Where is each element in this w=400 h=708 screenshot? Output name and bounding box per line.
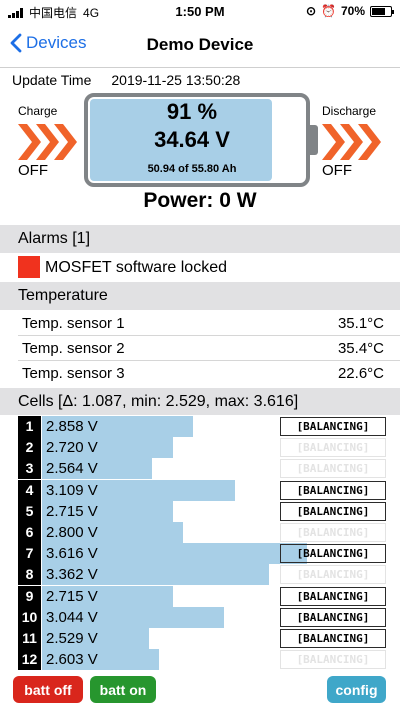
cell-number: 10 <box>18 606 41 628</box>
cell-row: 11 2.529 V [BALANCING] <box>18 628 386 649</box>
cell-row: 5 2.715 V [BALANCING] <box>18 500 386 522</box>
charge-state: OFF <box>18 162 48 179</box>
balancing-badge: [BALANCING] <box>280 417 386 436</box>
cell-row: 4 3.109 V [BALANCING] <box>18 479 386 501</box>
temp-sensor-value: 35.4°C <box>337 339 384 357</box>
cell-number: 5 <box>18 500 41 522</box>
temp-sensor-label: Temp. sensor 2 <box>22 339 125 357</box>
discharge-indicator: Discharge OFF <box>322 104 382 179</box>
cell-number: 12 <box>18 649 41 671</box>
temp-sensor-row: Temp. sensor 3 22.6°C <box>0 360 400 386</box>
cell-number: 8 <box>18 564 41 586</box>
discharge-label: Discharge <box>322 104 377 118</box>
cell-voltage: 3.362 V <box>46 566 98 584</box>
balancing-badge: [BALANCING] <box>280 586 386 606</box>
balancing-badge: [BALANCING] <box>280 501 386 521</box>
cell-voltage: 2.800 V <box>46 524 98 541</box>
alarm-item: MOSFET software locked <box>0 254 400 282</box>
cell-voltage: 2.858 V <box>46 418 98 435</box>
balancing-badge: [BALANCING] <box>280 544 386 564</box>
temperature-section-header: Temperature <box>0 282 400 310</box>
config-button[interactable]: config <box>327 676 386 703</box>
balancing-badge: [BALANCING] <box>280 523 386 542</box>
power-readout: Power: 0 W <box>143 189 257 212</box>
cell-row: 8 3.362 V [BALANCING] <box>18 564 386 586</box>
battery-cap <box>310 125 318 155</box>
cell-voltage: 2.720 V <box>46 439 98 457</box>
temp-sensor-label: Temp. sensor 3 <box>22 364 125 382</box>
alarms-section-header: Alarms [1] <box>0 225 400 253</box>
cell-number: 4 <box>18 479 41 501</box>
cell-row: 10 3.044 V [BALANCING] <box>18 606 386 628</box>
cell-row: 2 2.720 V [BALANCING] <box>18 437 386 459</box>
batt-on-button[interactable]: batt on <box>90 676 156 703</box>
balancing-badge: [BALANCING] <box>280 629 386 648</box>
temp-sensor-row: Temp. sensor 1 35.1°C <box>0 310 400 336</box>
temp-sensor-value: 35.1°C <box>337 314 384 332</box>
cell-voltage: 3.616 V <box>46 545 98 563</box>
charge-arrows-icon <box>18 122 78 162</box>
temp-sensor-value: 22.6°C <box>337 364 384 382</box>
cell-row: 9 2.715 V [BALANCING] <box>18 585 386 607</box>
charge-label: Charge <box>18 104 58 118</box>
balancing-badge: [BALANCING] <box>280 565 386 585</box>
balancing-badge: [BALANCING] <box>280 607 386 627</box>
update-time-value: 2019-11-25 13:50:28 <box>111 72 241 88</box>
temp-sensor-row: Temp. sensor 2 35.4°C <box>0 335 400 361</box>
capacity-readout: 50.94 of 55.80 Ah <box>147 163 237 175</box>
cells-section-header: Cells [Δ: 1.087, min: 2.529, max: 3.616] <box>0 388 400 415</box>
status-bar: 中国电信 4G 1:50 PM ⊙ ⏰ 70% <box>0 0 400 24</box>
cell-row: 1 2.858 V [BALANCING] <box>18 416 386 437</box>
soc-percent: 91 % <box>166 99 218 124</box>
cell-number: 2 <box>18 437 41 459</box>
temp-sensor-label: Temp. sensor 1 <box>22 314 125 332</box>
discharge-arrows-icon <box>322 122 382 162</box>
cell-row: 12 2.603 V [BALANCING] <box>18 649 386 671</box>
alarm-indicator <box>18 256 40 278</box>
cell-voltage: 2.603 V <box>46 651 98 669</box>
cell-number: 6 <box>18 522 41 543</box>
battery-percent: 70% <box>340 4 365 18</box>
cell-voltage: 2.715 V <box>46 587 98 605</box>
charge-indicator: Charge OFF <box>18 104 78 179</box>
cell-voltage: 2.564 V <box>46 460 98 478</box>
balancing-badge: [BALANCING] <box>280 438 386 458</box>
cell-row: 7 3.616 V [BALANCING] <box>18 543 386 565</box>
cell-voltage: 3.109 V <box>46 481 98 499</box>
battery-icon <box>370 5 394 17</box>
status-right: ⊙ ⏰ 70% <box>305 4 394 18</box>
balancing-badge: [BALANCING] <box>280 459 386 479</box>
cell-number: 3 <box>18 458 41 480</box>
orientation-lock-icon: ⊙ <box>305 4 317 18</box>
cell-number: 7 <box>18 543 41 565</box>
battery-level-fill <box>372 7 385 15</box>
update-time-label: Update Time <box>12 72 92 88</box>
cell-row: 6 2.800 V [BALANCING] <box>18 522 386 543</box>
alarm-clock-icon: ⏰ <box>321 4 336 18</box>
cell-row: 3 2.564 V [BALANCING] <box>18 458 386 480</box>
balancing-badge: [BALANCING] <box>280 650 386 670</box>
cell-voltage: 2.715 V <box>46 502 98 520</box>
navigation-bar: Devices Demo Device <box>0 24 400 68</box>
cell-number: 11 <box>18 628 41 649</box>
battery-soc-gauge: 91 % 34.64 V 50.94 of 55.80 Ah <box>84 93 318 187</box>
alarm-text: MOSFET software locked <box>45 259 227 276</box>
pack-voltage: 34.64 V <box>154 127 230 152</box>
page-title: Demo Device <box>146 35 254 54</box>
cell-voltage: 2.529 V <box>46 630 98 647</box>
batt-off-button[interactable]: batt off <box>13 676 83 703</box>
update-time-row: Update Time 2019-11-25 13:50:28 <box>12 72 240 88</box>
discharge-state: OFF <box>322 162 352 179</box>
cell-voltage: 3.044 V <box>46 608 98 626</box>
cell-number: 9 <box>18 585 41 607</box>
cell-number: 1 <box>18 416 41 437</box>
balancing-badge: [BALANCING] <box>280 480 386 500</box>
